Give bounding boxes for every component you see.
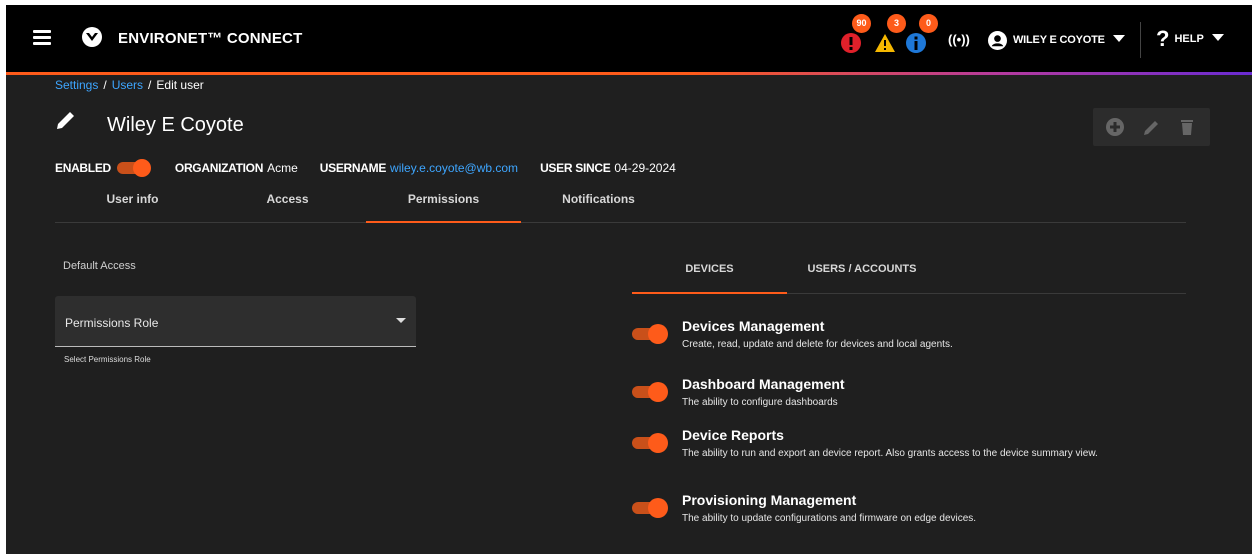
warning-alert-icon[interactable] <box>875 33 895 53</box>
organization-label: ORGANIZATION <box>174 161 264 175</box>
permissions-role-value: Permissions Role <box>65 316 159 330</box>
chevron-down-icon <box>396 318 406 323</box>
add-circle-icon[interactable] <box>1106 118 1124 136</box>
permission-title: Dashboard Management <box>682 376 845 392</box>
breadcrumb-settings[interactable]: Settings <box>55 78 98 92</box>
username-value[interactable]: wiley.e.coyote@wb.com <box>390 161 518 175</box>
user-menu[interactable]: WILEY E COYOTE <box>988 28 1125 52</box>
tab-users-accounts[interactable]: USERS / ACCOUNTS <box>787 251 937 294</box>
app-window: ENVIRONET™ CONNECT 90 3 0 ((•)) WILEY E … <box>6 5 1252 554</box>
permission-title: Device Reports <box>682 427 784 443</box>
permission-title: Devices Management <box>682 318 825 334</box>
permission-title: Provisioning Management <box>682 492 857 508</box>
account-circle-icon <box>988 30 1007 50</box>
user-meta: ENABLED ORGANIZATION Acme USERNAME wiley… <box>55 159 676 177</box>
permission-description: The ability to configure dashboards <box>682 397 838 408</box>
hamburger-menu-icon[interactable] <box>33 30 51 46</box>
username-label: USERNAME <box>319 161 387 175</box>
tab-user-info[interactable]: User info <box>55 185 210 223</box>
device-reports-toggle[interactable] <box>632 433 668 453</box>
user-name: WILEY E COYOTE <box>1013 34 1105 46</box>
connection-status-icon[interactable]: ((•)) <box>948 32 970 47</box>
enabled-label: ENABLED <box>55 161 111 175</box>
permissions-role-select[interactable]: Permissions Role <box>55 296 416 347</box>
brand-name: ENVIRONET™ CONNECT <box>118 30 303 47</box>
tab-access[interactable]: Access <box>210 185 365 223</box>
permission-category-tabs: DEVICES USERS / ACCOUNTS <box>632 251 1186 294</box>
tab-notifications[interactable]: Notifications <box>521 185 676 223</box>
help-menu[interactable]: ? HELP <box>1156 25 1224 53</box>
organization-value: Acme <box>267 161 298 175</box>
permission-description: The ability to run and export an device … <box>682 448 1098 459</box>
topbar-divider <box>1140 22 1141 58</box>
breadcrumb-current: Edit user <box>156 78 204 92</box>
help-icon: ? <box>1156 26 1170 51</box>
breadcrumb-users[interactable]: Users <box>112 78 143 92</box>
devices-management-toggle[interactable] <box>632 324 668 344</box>
critical-alert-badge: 90 <box>852 14 871 33</box>
provisioning-management-toggle[interactable] <box>632 498 668 518</box>
enabled-toggle[interactable] <box>116 159 151 177</box>
permissions-role-helper: Select Permissions Role <box>64 355 151 364</box>
tab-devices[interactable]: DEVICES <box>632 251 787 294</box>
breadcrumb-separator: / <box>103 78 107 92</box>
permission-description: The ability to update configurations and… <box>682 513 977 524</box>
info-alert-badge: 0 <box>919 14 938 33</box>
warning-alert-badge: 3 <box>887 14 906 33</box>
help-label: HELP <box>1174 33 1204 45</box>
breadcrumb-separator: / <box>148 78 152 92</box>
breadcrumb: Settings / Users / Edit user <box>55 78 204 92</box>
top-bar: ENVIRONET™ CONNECT 90 3 0 ((•)) WILEY E … <box>6 5 1252 72</box>
permission-description: Create, read, update and delete for devi… <box>682 339 953 350</box>
chevron-down-icon <box>1211 33 1224 41</box>
default-access-label: Default Access <box>63 260 136 272</box>
pencil-icon[interactable] <box>1143 118 1161 136</box>
accent-line <box>6 72 1252 75</box>
trash-icon[interactable] <box>1178 118 1196 136</box>
dashboard-management-toggle[interactable] <box>632 382 668 402</box>
critical-alert-icon[interactable] <box>841 33 861 53</box>
user-since-value: 04-29-2024 <box>614 161 676 175</box>
user-since-label: USER SINCE <box>540 161 611 175</box>
user-tabs: User info Access Permissions Notificatio… <box>55 185 1186 223</box>
vertiv-logo-icon <box>82 27 102 47</box>
page-title: Wiley E Coyote <box>107 114 244 136</box>
chevron-down-icon <box>1112 34 1125 42</box>
pencil-icon <box>57 112 74 129</box>
tab-permissions[interactable]: Permissions <box>366 185 521 223</box>
user-actions <box>1093 108 1210 146</box>
info-alert-icon[interactable] <box>906 33 926 53</box>
